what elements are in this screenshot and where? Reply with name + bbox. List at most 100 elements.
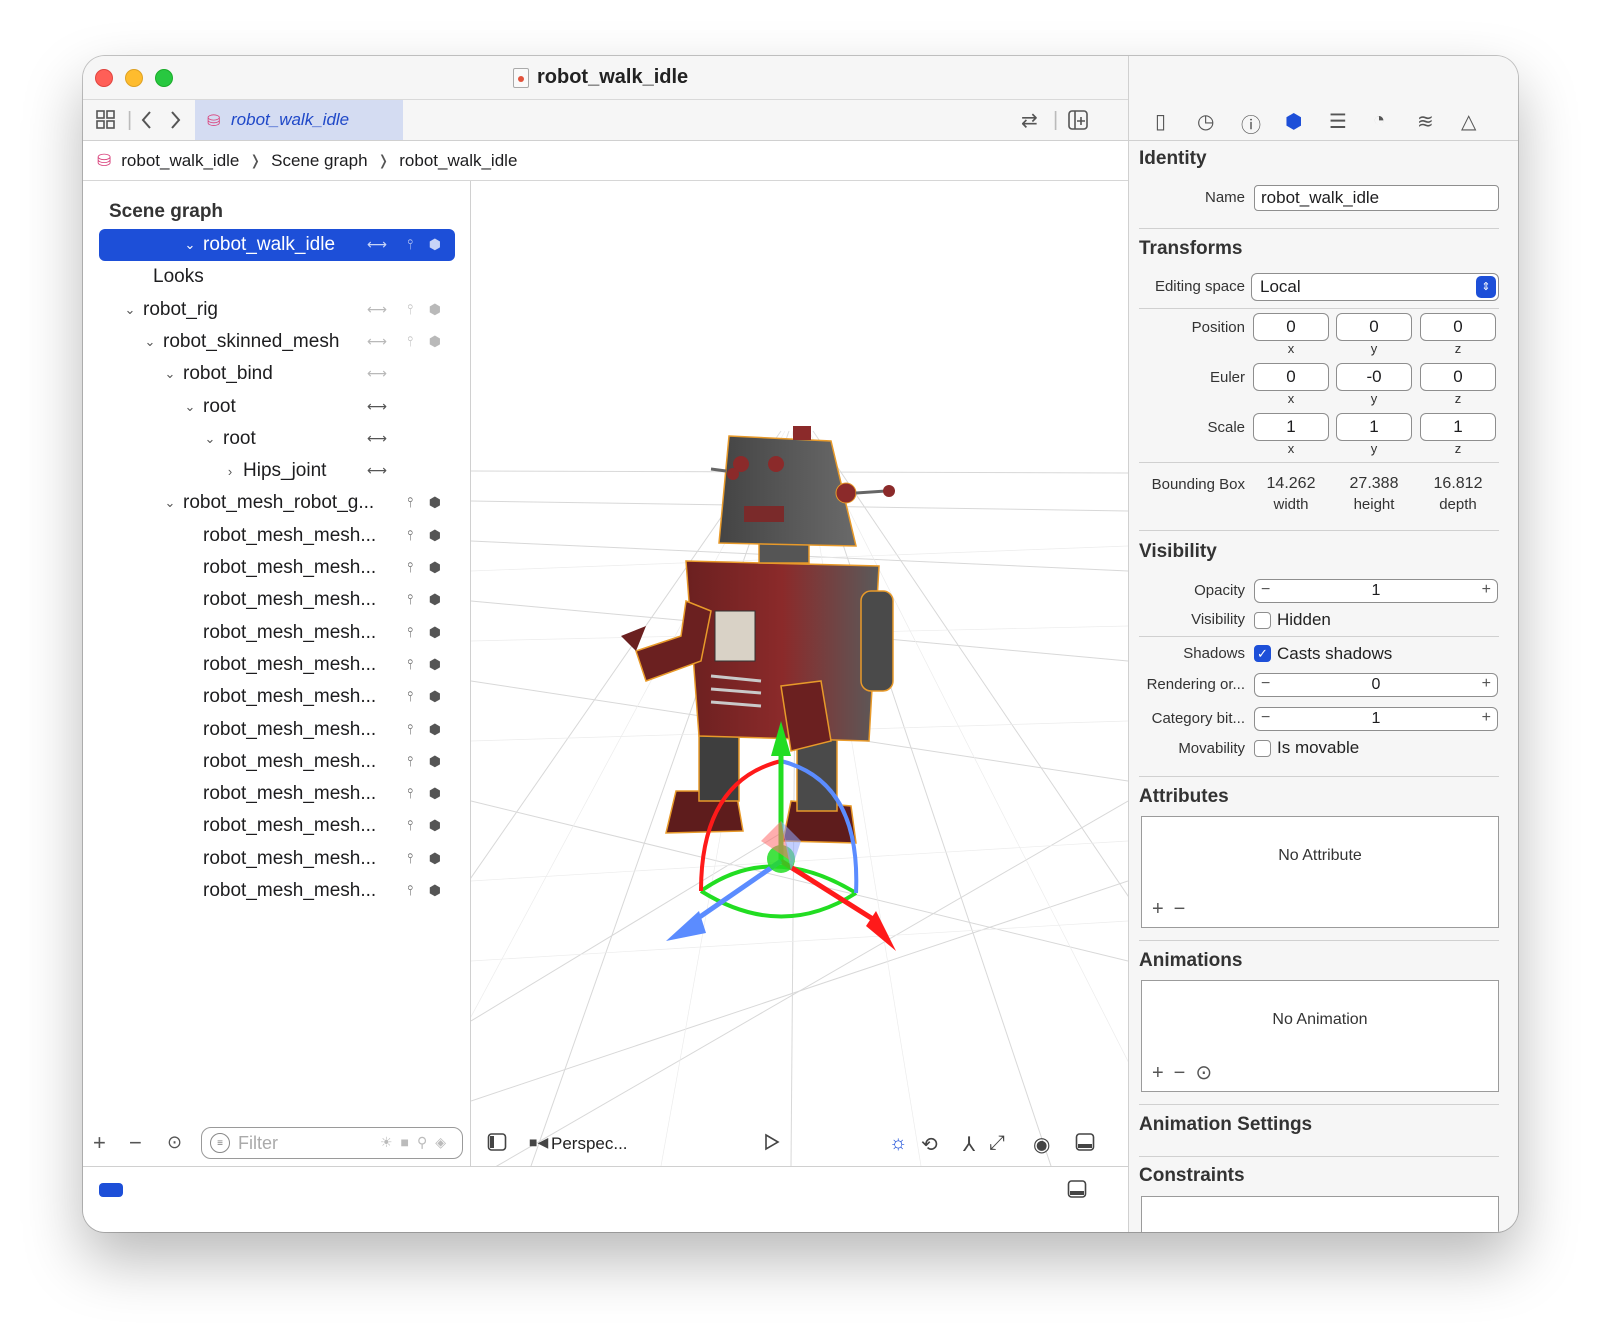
disclosure-chevron-icon[interactable]: ⌄ xyxy=(161,366,179,382)
pin-icon[interactable]: ⫯ xyxy=(407,527,413,544)
category-bitmask-stepper[interactable]: − 1 + xyxy=(1254,707,1498,731)
disclosure-chevron-icon[interactable]: ⌄ xyxy=(161,495,179,511)
scene-graph-row[interactable]: robot_mesh_mesh... ⫯ ⬢ xyxy=(99,714,455,746)
scale-z-field[interactable]: 1 xyxy=(1420,413,1496,441)
add-icon[interactable]: + xyxy=(93,1130,106,1156)
casts-shadows-checkbox[interactable]: ✓ xyxy=(1254,645,1271,662)
cube-icon[interactable]: ⬢ xyxy=(429,785,441,802)
sidebar-toggle-icon[interactable] xyxy=(487,1132,507,1158)
euler-z-field[interactable]: 0 xyxy=(1420,363,1496,391)
scene-graph-row[interactable]: robot_mesh_mesh... ⫯ ⬢ xyxy=(99,617,455,649)
position-y-field[interactable]: 0 xyxy=(1336,313,1412,341)
cube-icon[interactable]: ⬢ xyxy=(429,753,441,770)
pin-icon[interactable]: ⫯ xyxy=(407,559,413,576)
disclosure-chevron-icon[interactable]: ⌄ xyxy=(121,302,139,318)
pin-icon[interactable]: ⫯ xyxy=(407,785,413,802)
scene-graph-row[interactable]: ⌄ robot_rig ⟷ ⫯ ⬢ xyxy=(99,294,455,326)
disclosure-chevron-icon[interactable]: ⌄ xyxy=(201,431,219,447)
rendering-order-stepper[interactable]: − 0 + xyxy=(1254,673,1498,697)
scene-graph-row[interactable]: › Hips_joint ⟷ xyxy=(99,455,455,487)
tab-robot-walk-idle[interactable]: ⛁ robot_walk_idle xyxy=(195,100,403,140)
timing-icon[interactable]: ◔ xyxy=(1373,109,1385,132)
disclosure-chevron-icon[interactable]: ⌄ xyxy=(141,334,159,350)
breadcrumb-item[interactable]: Scene graph xyxy=(271,151,367,171)
cube-icon[interactable]: ⬢ xyxy=(429,559,441,576)
viewport-canvas[interactable] xyxy=(471,181,1128,1166)
joint-icon[interactable]: ⟷ xyxy=(367,430,387,447)
remove-icon[interactable]: − xyxy=(129,1130,142,1156)
pin-icon[interactable]: ⫯ xyxy=(407,656,413,673)
increment-icon[interactable]: + xyxy=(1482,709,1491,727)
hidden-checkbox[interactable] xyxy=(1254,612,1271,629)
joint-icon[interactable]: ⟷ xyxy=(367,301,387,318)
disclosure-chevron-icon[interactable]: ⌄ xyxy=(181,237,199,253)
close-window-button[interactable] xyxy=(95,69,113,87)
attributes-sliders-icon[interactable]: ☰ xyxy=(1329,109,1347,134)
scene-graph-row[interactable]: robot_mesh_mesh... ⫯ ⬢ xyxy=(99,520,455,552)
scene-graph-row[interactable]: robot_mesh_mesh... ⫯ ⬢ xyxy=(99,681,455,713)
opacity-stepper[interactable]: − 1 + xyxy=(1254,579,1498,603)
minimize-window-button[interactable] xyxy=(125,69,143,87)
editing-space-select[interactable]: Local ⇕ xyxy=(1251,273,1499,301)
scene-graph-row[interactable]: ⌄ robot_skinned_mesh ⟷ ⫯ ⬢ xyxy=(99,326,455,358)
filter-type-icons[interactable]: ☀■⚲◈ xyxy=(380,1134,454,1151)
cube-icon[interactable]: ⬢ xyxy=(429,624,441,641)
cube-icon[interactable]: ⬢ xyxy=(429,591,441,608)
filter-field[interactable]: ≡ Filter ☀■⚲◈ xyxy=(201,1127,463,1159)
scene-graph-row[interactable]: robot_mesh_mesh... ⫯ ⬢ xyxy=(99,649,455,681)
debug-area-toggle-icon[interactable] xyxy=(1067,1179,1087,1204)
bottom-panel-toggle-icon[interactable] xyxy=(1075,1132,1095,1158)
pin-icon[interactable]: ⫯ xyxy=(407,301,413,318)
position-z-field[interactable]: 0 xyxy=(1420,313,1496,341)
pin-icon[interactable]: ⫯ xyxy=(407,850,413,867)
zoom-window-button[interactable] xyxy=(155,69,173,87)
scene-graph-row[interactable]: robot_mesh_mesh... ⫯ ⬢ xyxy=(99,584,455,616)
help-icon[interactable]: ⓘ xyxy=(1241,109,1261,138)
cube-icon[interactable]: ⬢ xyxy=(429,236,441,253)
cube-icon[interactable]: ⬢ xyxy=(429,333,441,350)
joint-icon[interactable]: ⟷ xyxy=(367,236,387,253)
status-indicator[interactable] xyxy=(99,1183,123,1197)
scene-graph-row[interactable]: ⌄ robot_walk_idle ⟷ ⫯ ⬢ xyxy=(99,229,455,261)
scene-graph-row[interactable]: robot_mesh_mesh... ⫯ ⬢ xyxy=(99,875,455,907)
scene-graph-row[interactable]: robot_mesh_mesh... ⫯ ⬢ xyxy=(99,810,455,842)
joint-icon[interactable]: ⟷ xyxy=(367,365,387,382)
cube-icon[interactable]: ⬢ xyxy=(429,850,441,867)
cube-icon[interactable]: ⬢ xyxy=(429,494,441,511)
scene-graph-row[interactable]: ⌄ root ⟷ xyxy=(99,391,455,423)
scale-y-field[interactable]: 1 xyxy=(1336,413,1412,441)
node-inspector-cube-icon[interactable]: ⬢ xyxy=(1285,109,1302,134)
add-editor-icon[interactable] xyxy=(1067,108,1089,132)
disclosure-chevron-icon[interactable]: › xyxy=(221,464,239,479)
pin-icon[interactable]: ⫯ xyxy=(407,333,413,350)
disclosure-chevron-icon[interactable]: ⌄ xyxy=(181,399,199,415)
scene-graph-row[interactable]: ⌄ robot_bind ⟷ xyxy=(99,358,455,390)
orbit-icon[interactable]: ⟲ xyxy=(921,1132,938,1157)
scene-viewport[interactable] xyxy=(471,181,1128,1166)
euler-y-field[interactable]: -0 xyxy=(1336,363,1412,391)
visibility-eye-icon[interactable]: ◉ xyxy=(1033,1132,1050,1157)
cube-icon[interactable]: ⬢ xyxy=(429,882,441,899)
pin-icon[interactable]: ⫯ xyxy=(407,817,413,834)
scene-graph-row[interactable]: Looks xyxy=(99,261,455,293)
play-icon[interactable] xyxy=(761,1132,781,1158)
swap-arrows-icon[interactable]: ⇄ xyxy=(1021,108,1038,132)
camera-mode-label[interactable]: Perspec... xyxy=(551,1134,628,1154)
frame-icon[interactable]: ⤢ xyxy=(989,1132,1005,1155)
joint-icon[interactable]: ⟷ xyxy=(367,398,387,415)
increment-icon[interactable]: + xyxy=(1482,675,1491,693)
scene-graph-row[interactable]: ⌄ robot_mesh_robot_g... ⫯ ⬢ xyxy=(99,487,455,519)
pin-icon[interactable]: ⫯ xyxy=(407,882,413,899)
materials-icon[interactable]: △ xyxy=(1461,109,1476,134)
lighting-icon[interactable]: ☼ xyxy=(889,1132,907,1155)
euler-x-field[interactable]: 0 xyxy=(1253,363,1329,391)
scale-x-field[interactable]: 1 xyxy=(1253,413,1329,441)
joint-icon[interactable]: ⟷ xyxy=(367,333,387,350)
pin-icon[interactable]: ⫯ xyxy=(407,688,413,705)
increment-icon[interactable]: + xyxy=(1482,581,1491,599)
breadcrumb-item[interactable]: robot_walk_idle xyxy=(399,151,517,171)
is-movable-checkbox[interactable] xyxy=(1254,740,1271,757)
more-options-icon[interactable]: ⊙ xyxy=(167,1132,182,1153)
joint-icon[interactable]: ⟷ xyxy=(367,462,387,479)
scene-graph-row[interactable]: robot_mesh_mesh... ⫯ ⬢ xyxy=(99,746,455,778)
